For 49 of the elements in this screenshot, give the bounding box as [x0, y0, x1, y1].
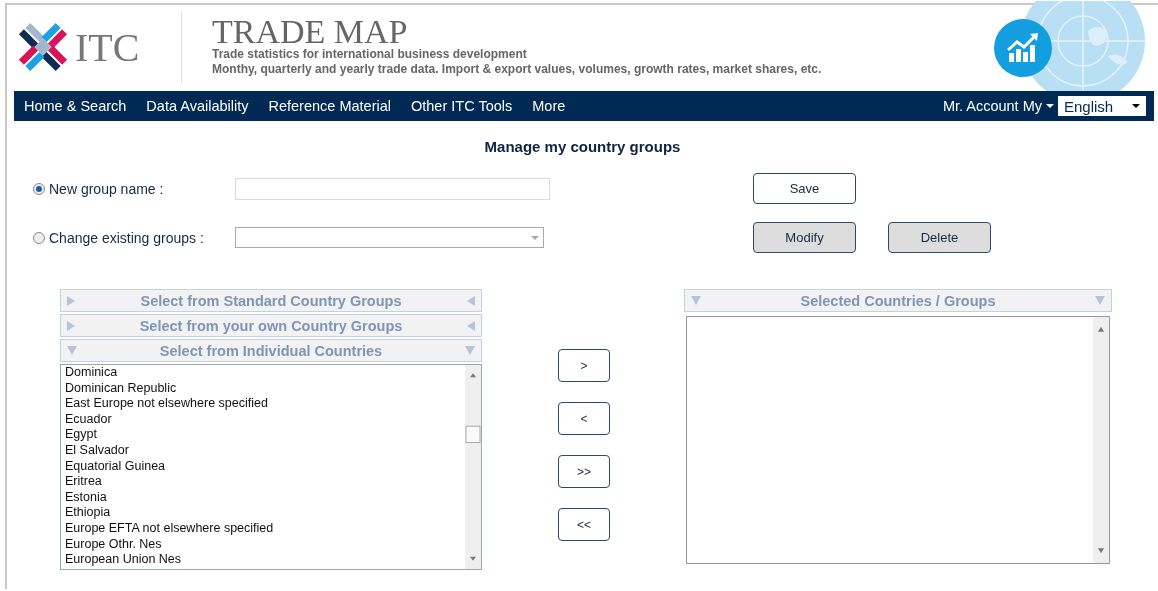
country-item[interactable]: Dominican Republic [65, 380, 461, 397]
description: Monthy, quarterly and yearly trade data. Import & export values, volumes, growth rates, market shares, etc. [212, 62, 822, 77]
nav-link[interactable]: Other ITC Tools [410, 98, 513, 114]
groups-dropdown[interactable] [235, 227, 544, 248]
nav-link[interactable]: Reference Material [268, 98, 391, 114]
nav-link[interactable]: More [532, 98, 566, 114]
country-item[interactable]: Estonia [65, 489, 461, 506]
nav-link[interactable]: Data Availability [146, 98, 249, 114]
left-triangle-icon [467, 320, 475, 331]
expanded-triangle-icon [691, 296, 701, 305]
option-label: New group name : [49, 180, 164, 197]
account-menu[interactable]: Mr. Account My [942, 98, 1054, 114]
country-item[interactable]: Ethiopia [65, 505, 461, 521]
scrollbar-drawing[interactable] [465, 365, 481, 569]
radio-button[interactable] [33, 231, 45, 244]
group-name-field[interactable] [235, 177, 550, 200]
trend-chart-icon [994, 19, 1052, 77]
scrollbar-drawing[interactable] [1093, 317, 1109, 563]
transfer-button[interactable]: < [558, 402, 610, 435]
nav-link[interactable]: Home & Search [24, 98, 127, 114]
option-label: Change existing groups : [49, 229, 204, 246]
transfer-button[interactable]: << [558, 508, 610, 541]
expanded-triangle-icon [67, 346, 77, 355]
logo-text: ITC [75, 23, 140, 71]
country-item[interactable]: Eritrea [65, 474, 461, 490]
radio-button[interactable] [33, 182, 45, 195]
action-button[interactable]: Save [753, 173, 856, 204]
left-triangle-icon [467, 295, 475, 306]
transfer-button[interactable]: > [558, 349, 610, 382]
transfer-button[interactable]: >> [558, 455, 610, 488]
app-title: TRADE MAP [212, 17, 408, 47]
right-triangle-icon [67, 320, 75, 331]
country-item[interactable]: Dominica [65, 365, 461, 381]
country-item[interactable]: European Union Nes [65, 552, 461, 568]
expanded-triangle-icon [465, 346, 475, 355]
language-select[interactable]: English [1058, 96, 1146, 116]
page-title: Manage my country groups [483, 138, 682, 155]
country-item[interactable]: El Salvador [65, 442, 461, 459]
subtitle: Trade statistics for international business development [212, 47, 528, 62]
action-button[interactable]: Modify [753, 222, 856, 253]
country-item[interactable]: Europe Othr. Nes [65, 536, 461, 553]
country-item[interactable]: East Europe not elsewhere specified [65, 396, 461, 412]
country-item[interactable]: Egypt [65, 427, 461, 443]
country-item[interactable]: Europe EFTA not elsewhere specified [65, 520, 461, 537]
country-item[interactable]: Ecuador [65, 411, 461, 428]
country-item[interactable]: Equatorial Guinea [65, 458, 461, 475]
expanded-triangle-icon [1095, 296, 1105, 305]
right-triangle-icon [67, 295, 75, 306]
action-button[interactable]: Delete [888, 222, 991, 253]
